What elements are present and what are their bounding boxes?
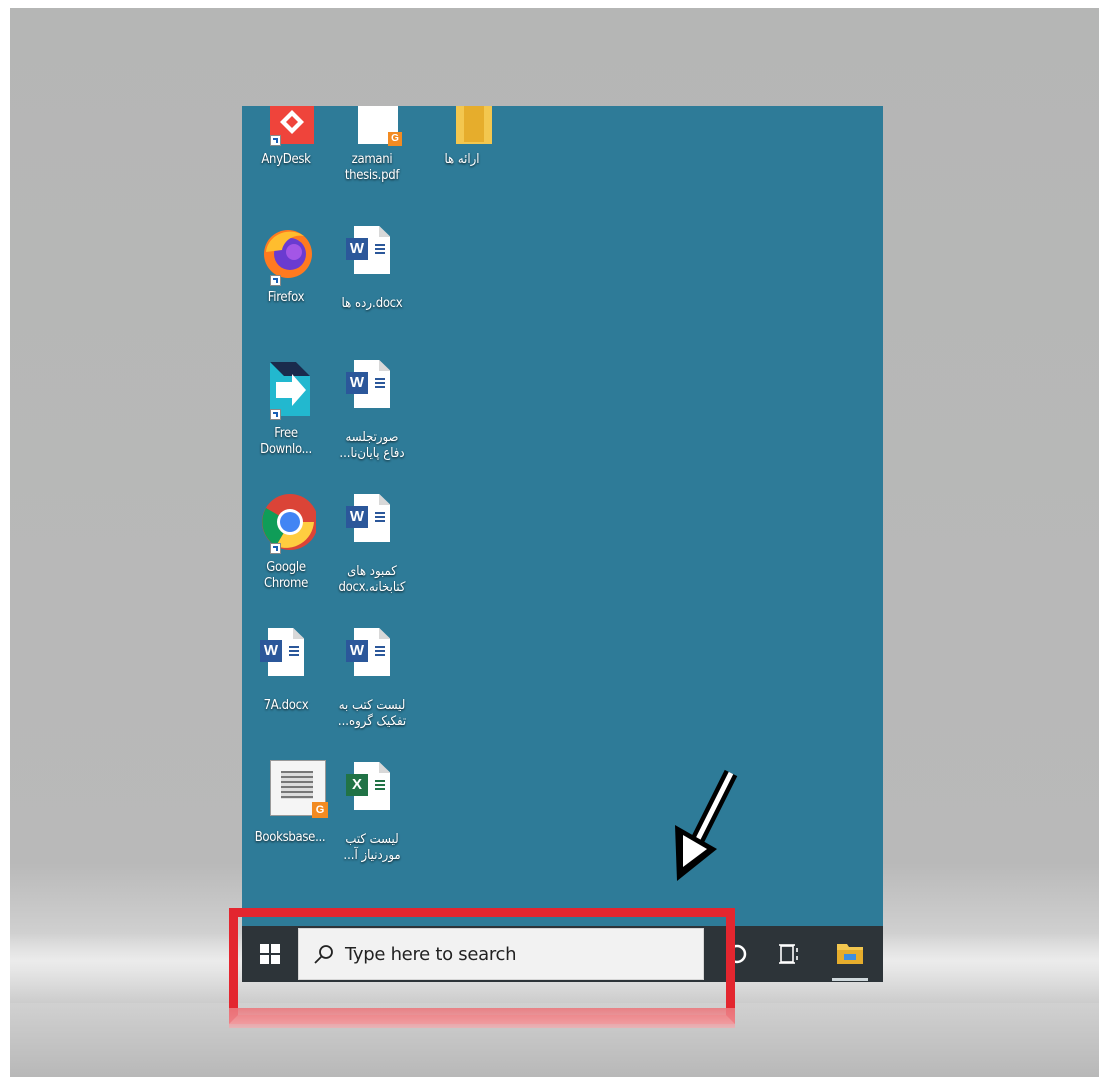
anydesk-icon xyxy=(256,106,316,156)
black-arrow-annotation xyxy=(675,769,738,881)
word-document-icon: W xyxy=(256,626,316,682)
shortcut-arrow-icon xyxy=(270,409,281,420)
free-download-manager-icon xyxy=(256,358,316,420)
word-document-icon: W xyxy=(342,626,402,682)
desktop-icon-label: لیست کتب موردنیاز آ... xyxy=(343,832,401,863)
desktop-icon-label: Google Chrome xyxy=(263,560,309,591)
desktop-icon-soratjalase-docx[interactable]: W صورتجلسه دفاع پایان‌نا... xyxy=(328,358,416,462)
desktop-icon-booksbase[interactable]: G Booksbase... xyxy=(242,760,330,846)
desktop-icon-anydesk[interactable]: AnyDesk xyxy=(242,106,330,168)
chrome-icon xyxy=(256,492,316,554)
excel-document-icon: X xyxy=(342,760,402,816)
desktop-icon-eraeh-ha-folder[interactable]: ارائه ها xyxy=(418,106,506,168)
desktop-icon-label: 7A.docx xyxy=(263,698,309,713)
task-view-icon xyxy=(779,944,798,964)
desktop-icon-label: لیست کتب به تفکیک گروه... xyxy=(337,698,407,729)
desktop-icon-kambood-docx[interactable]: W کمبود های کتابخانه.docx xyxy=(328,492,416,596)
desktop-icon-list-kotob-xlsx[interactable]: X لیست کتب موردنیاز آ... xyxy=(328,760,416,864)
shortcut-arrow-icon xyxy=(270,543,281,554)
folder-icon xyxy=(432,106,492,156)
pdf-document-icon: G xyxy=(256,760,328,818)
desktop-icon-label: کمبود های کتابخانه.docx xyxy=(338,564,406,595)
word-document-icon: W xyxy=(342,224,402,280)
file-explorer-icon xyxy=(832,944,868,981)
pdf-document-icon: G xyxy=(342,106,402,156)
desktop-icon-label: Firefox xyxy=(267,290,305,305)
desktop-icon-label: Free Downlo... xyxy=(260,426,312,457)
firefox-icon xyxy=(256,224,316,286)
shortcut-arrow-icon xyxy=(270,275,281,286)
task-view-button[interactable] xyxy=(766,926,812,982)
desktop-icon-7a-docx[interactable]: W 7A.docx xyxy=(242,626,330,714)
desktop-icon-label: صورتجلسه دفاع پایان‌نا... xyxy=(339,430,405,461)
word-document-icon: W xyxy=(342,492,402,548)
file-explorer-button[interactable] xyxy=(825,926,875,982)
desktop-icon-label: zamani thesis.pdf xyxy=(344,152,400,183)
desktop-icon-free-download-manager[interactable]: Free Downlo... xyxy=(242,358,330,458)
desktop-icon-label: Booksbase... xyxy=(254,830,326,845)
desktop-icon-label: رده ها.docx xyxy=(341,296,403,311)
desktop-icon-radeh-ha-docx[interactable]: W رده ها.docx xyxy=(328,224,416,312)
word-document-icon: W xyxy=(342,358,402,414)
red-highlight-box xyxy=(229,908,735,1024)
desktop-icon-google-chrome[interactable]: Google Chrome xyxy=(242,492,330,592)
red-highlight-box-bottom xyxy=(229,1008,735,1028)
desktop-icon-firefox[interactable]: Firefox xyxy=(242,224,330,306)
desktop-icon-zamani-thesis-pdf[interactable]: G zamani thesis.pdf xyxy=(328,106,416,184)
shortcut-arrow-icon xyxy=(270,135,281,146)
desktop-icon-list-kotob-docx[interactable]: W لیست کتب به تفکیک گروه... xyxy=(328,626,416,730)
desktop: AnyDesk Firefox Free Downlo... Google Ch… xyxy=(242,106,883,926)
